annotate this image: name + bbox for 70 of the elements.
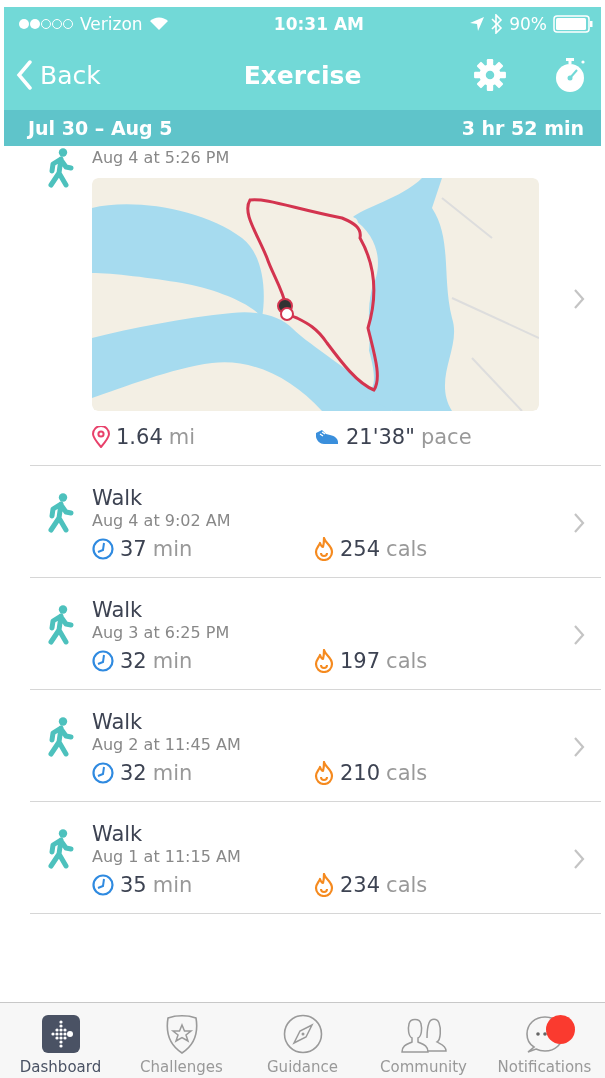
stat-unit: mi: [168, 425, 196, 449]
flame-icon: [314, 537, 334, 561]
pin-icon: [92, 426, 110, 448]
stat-value: 254: [340, 537, 381, 561]
walking-person-icon: [46, 717, 76, 757]
chevron-right-icon: [573, 624, 585, 646]
stat-value: 197: [340, 649, 381, 673]
stat-unit: cals: [386, 873, 428, 897]
stat-unit: pace: [420, 425, 472, 449]
screen-title: Exercise: [243, 60, 362, 90]
walking-person-icon: [46, 605, 76, 645]
total-duration: 3 hr 52 min: [461, 117, 584, 139]
activity-row[interactable]: Walk Aug 3 at 6:25 PM 32 min 197 cals: [30, 578, 601, 690]
stat-unit: min: [152, 649, 193, 673]
stat-unit: min: [152, 761, 193, 785]
clock-icon: [92, 650, 114, 672]
stat-value: 210: [340, 761, 381, 785]
activity-row[interactable]: Walk Aug 4 at 9:02 AM 37 min 254 cals: [30, 466, 601, 578]
walking-person-icon: [46, 829, 76, 869]
activity-title: Walk: [92, 709, 144, 735]
activity-row[interactable]: Walk Aug 1 at 11:15 AM 35 min 234 cals: [30, 802, 601, 914]
chevron-right-icon: [573, 736, 585, 758]
activity-title: Walk: [92, 485, 144, 511]
stat-unit: cals: [386, 761, 428, 785]
activity-title: Walk: [92, 821, 144, 847]
stat-unit: min: [152, 873, 193, 897]
stopwatch-icon[interactable]: [553, 57, 587, 93]
stat-unit: cals: [386, 649, 428, 673]
chevron-left-icon: [16, 60, 32, 90]
location-arrow-icon: [469, 15, 486, 32]
chevron-right-icon: [573, 287, 585, 310]
stat-value: 1.64: [116, 425, 163, 449]
battery-percent: 90%: [509, 13, 547, 34]
activity-date: Aug 2 at 11:45 AM: [92, 735, 242, 755]
clock-icon: [92, 762, 114, 784]
stat-unit: cals: [386, 537, 428, 561]
date-range: Jul 30 – Aug 5: [28, 117, 173, 139]
shoe-icon: [314, 427, 340, 447]
activity-date: Aug 1 at 11:15 AM: [92, 847, 242, 867]
stat-unit: min: [152, 537, 193, 561]
chevron-right-icon: [573, 512, 585, 534]
stat-value: 37: [120, 537, 147, 561]
tab-button[interactable]: Dashboard: [0, 1003, 121, 1078]
status-time: 10:31 AM: [273, 13, 364, 34]
activity-date: Aug 4 at 9:02 AM: [92, 511, 232, 531]
compass-icon[interactable]: [282, 1014, 323, 1054]
battery-icon: [553, 14, 593, 33]
flame-icon: [314, 649, 334, 673]
stat-value: 21'38": [346, 425, 415, 449]
chevron-right-icon: [573, 848, 585, 870]
stat-value: 35: [120, 873, 147, 897]
wifi-icon: [148, 16, 169, 31]
clock-icon: [92, 874, 114, 896]
settings-icon[interactable]: [473, 58, 507, 92]
activity-date: Aug 3 at 6:25 PM: [92, 623, 231, 643]
walking-person-icon: [46, 148, 76, 188]
fitbit-dots-icon[interactable]: [40, 1014, 81, 1054]
stat-value: 234: [340, 873, 381, 897]
signal-icon: [18, 17, 74, 30]
flame-icon: [314, 873, 334, 897]
flame-icon: [314, 761, 334, 785]
activity-row[interactable]: Walk Aug 2 at 11:45 AM 32 min 210 cals: [30, 690, 601, 802]
clock-icon: [92, 538, 114, 560]
stat-value: 32: [120, 649, 147, 673]
activity-title: Walk: [92, 597, 144, 623]
stat-value: 32: [120, 761, 147, 785]
walking-person-icon: [46, 493, 76, 533]
activity-date: Aug 4 at 5:26 PM: [92, 148, 231, 168]
carrier-name: Verizon: [80, 13, 143, 34]
bluetooth-icon: [491, 13, 504, 34]
